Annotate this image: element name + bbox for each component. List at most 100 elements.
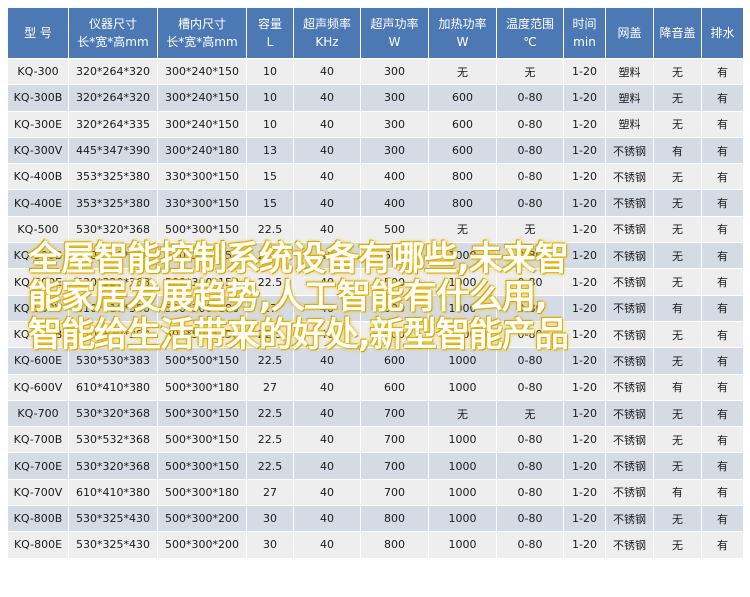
table-cell: 1-20 (563, 242, 606, 270)
column-header-line: 排水 (710, 26, 735, 40)
column-header-line: 容量 (257, 17, 282, 31)
table-cell: KQ-700E (7, 452, 69, 480)
table-cell: 500*300*150 (157, 268, 247, 296)
spec-table-container: 型 号仪器尺寸 长*宽*高mm 槽内尺寸 长*宽*高mm 容量 L 超声频率 KHz 超声功率 W… (7, 7, 744, 559)
table-cell: 不锈钢 (605, 452, 654, 480)
table-cell: 300 (360, 57, 429, 86)
table-cell: 1000 (428, 347, 497, 375)
table-cell: 无 (653, 110, 702, 138)
table-cell: 1-20 (563, 136, 606, 165)
table-cell: 330*300*150 (157, 163, 247, 191)
table-cell: KQ-600V (7, 373, 69, 401)
table-cell: 22.5 (246, 268, 294, 296)
table-cell: 不锈钢 (605, 136, 654, 165)
table-row: KQ-800B 530*325*430 500*300*200 30 40 800 1000… (7, 505, 744, 533)
table-cell: 有 (701, 294, 744, 322)
table-cell: 500 (360, 215, 429, 244)
column-header-line: 槽内尺寸 (177, 17, 226, 31)
column-header-line: L (266, 35, 274, 49)
table-cell: 1-20 (563, 505, 606, 533)
table-body: KQ-300 320*264*320 300*240*150 10 40 300 无无 1-2… (7, 57, 744, 559)
table-cell: 500 (360, 242, 429, 270)
table-cell: 700 (360, 478, 429, 507)
table-cell: 530*320*368 (68, 268, 158, 296)
table-cell: 530*532*368 (68, 426, 158, 454)
table-cell: 40 (293, 294, 361, 322)
table-cell: 400 (360, 189, 429, 217)
table-row: KQ-500B 530*320*368 500*300*150 22.5 40 500 10… (7, 242, 744, 270)
table-cell: 40 (293, 110, 361, 138)
table-cell: 不锈钢 (605, 242, 654, 270)
column-header-line: ℃ (523, 35, 537, 49)
column-header: 型 号 (7, 7, 69, 59)
table-cell: 300*240*180 (157, 136, 247, 165)
table-row: KQ-500 530*320*368 500*300*150 22.5 40 500 无无 1… (7, 215, 744, 244)
table-cell: 320*264*335 (68, 110, 158, 138)
column-header: 排水 (701, 7, 744, 59)
table-cell: 1-20 (563, 294, 606, 322)
table-cell: 无 (653, 426, 702, 454)
table-cell: 500*300*150 (157, 426, 247, 454)
table-cell: 1-20 (563, 189, 606, 217)
table-cell: 0-80 (496, 110, 564, 138)
table-cell: 无 (653, 531, 702, 559)
table-row: KQ-600E 530*530*383 500*500*150 22.5 40 600 10… (7, 347, 744, 375)
table-cell: 27 (246, 478, 294, 507)
table-cell: 1-20 (563, 347, 606, 375)
table-cell: 不锈钢 (605, 163, 654, 191)
table-cell: 30 (246, 531, 294, 559)
table-cell: KQ-500 (7, 215, 69, 244)
table-row: KQ-300V 445*347*390 300*240*180 13 40 300 600 0… (7, 136, 744, 165)
table-cell: 有 (653, 373, 702, 401)
table-cell: 无 (653, 84, 702, 112)
table-cell: 22.5 (246, 242, 294, 270)
column-header-line: 降音盖 (659, 26, 696, 40)
table-cell: KQ-300 (7, 57, 69, 86)
table-cell: 500*500*150 (157, 347, 247, 375)
table-cell: 不锈钢 (605, 268, 654, 296)
table-row: KQ-400E 353*325*380 330*300*150 15 40 400 800 0… (7, 189, 744, 217)
column-header: 超声功率 W (360, 7, 429, 59)
table-cell: 1-20 (563, 373, 606, 401)
table-cell: 0-80 (496, 531, 564, 559)
table-cell: 10 (246, 84, 294, 112)
table-cell: KQ-500E (7, 268, 69, 296)
table-cell: 40 (293, 452, 361, 480)
table-cell: 610*410*380 (68, 478, 158, 507)
table-cell: 不锈钢 (605, 294, 654, 322)
table-row: KQ-600V 610*410*380 500*300*180 27 40 600 1000… (7, 373, 744, 401)
table-row: KQ-700V 610*410*380 500*300*180 27 40 700 1000… (7, 478, 744, 507)
table-cell: KQ-500B (7, 242, 69, 270)
table-cell: 不锈钢 (605, 426, 654, 454)
table-cell: KQ-300B (7, 84, 69, 112)
table-cell: 有 (701, 452, 744, 480)
table-cell: 40 (293, 268, 361, 296)
table-cell: 1000 (428, 268, 497, 296)
table-cell: 无 (653, 215, 702, 244)
table-cell: 500*300*200 (157, 531, 247, 559)
table-cell: 不锈钢 (605, 399, 654, 428)
column-header-line: 超声功率 (370, 17, 419, 31)
table-cell: 27 (246, 294, 294, 322)
table-cell: KQ-500V (7, 294, 69, 322)
table-cell: 1-20 (563, 163, 606, 191)
table-cell: 无 (653, 268, 702, 296)
table-cell: 40 (293, 242, 361, 270)
column-header: 超声频率 KHz (293, 7, 361, 59)
table-cell: 40 (293, 478, 361, 507)
table-cell: 无 (653, 163, 702, 191)
table-row: KQ-500V 610*410*380 500*300*180 27 40 500 1000… (7, 294, 744, 322)
table-cell: KQ-300V (7, 136, 69, 165)
table-cell: 530*325*430 (68, 505, 158, 533)
column-header: 降音盖 (653, 7, 702, 59)
table-cell: KQ-700B (7, 426, 69, 454)
table-cell: 300*240*150 (157, 57, 247, 86)
table-cell: 40 (293, 84, 361, 112)
table-cell: 530*320*368 (68, 215, 158, 244)
table-cell: 320*264*320 (68, 84, 158, 112)
table-row: KQ-700B 530*532*368 500*300*150 22.5 40 700 10… (7, 426, 744, 454)
table-cell: 320*264*320 (68, 57, 158, 86)
table-cell: 10 (246, 57, 294, 86)
table-cell: 800 (428, 163, 497, 191)
table-cell: 500*500*150 (157, 320, 247, 349)
